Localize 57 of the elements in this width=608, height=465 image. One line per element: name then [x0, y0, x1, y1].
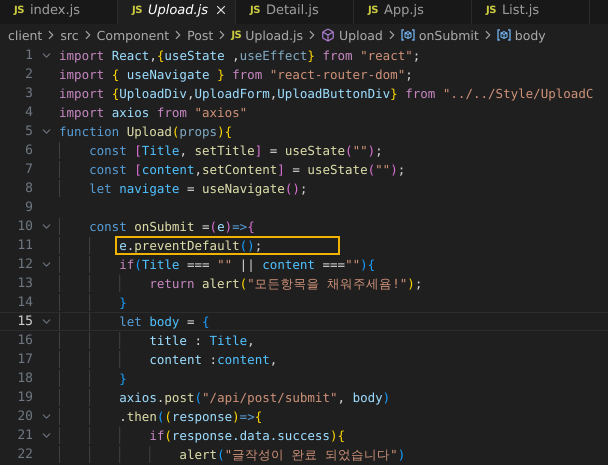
code-line: } — [118, 370, 128, 388]
code-line: content :content, — [148, 351, 278, 369]
code-line: function Upload(props){ — [58, 123, 234, 141]
line-number: 1 — [24, 48, 33, 63]
line-number: 20 — [16, 409, 33, 424]
line-number: 2 — [24, 67, 33, 82]
code-line: import React,{useState ,useEffect} from "react"; — [58, 47, 422, 65]
code-line: if(Title === "" || content ===""){ — [118, 256, 376, 274]
line-number: 13 — [16, 276, 33, 291]
line-number: 10 — [16, 219, 33, 234]
code-line: axios.post("/api/post/submit", body) — [118, 389, 392, 407]
javascript-file-icon: JS — [14, 4, 24, 16]
code-line: const [content,setContent] = useState(""); — [88, 161, 406, 179]
line-number: 9 — [24, 200, 33, 215]
code-line: let navigate = useNavigate(); — [88, 180, 308, 198]
line-number: 6 — [24, 143, 33, 158]
code-line: import {UploadDiv,UploadForm,UploadButtonDiv} from "../../Style/UploadC — [58, 85, 594, 103]
breadcrumb-item[interactable]: src — [60, 28, 79, 42]
line-number: 19 — [16, 390, 33, 405]
breadcrumb-item[interactable]: Upload — [339, 28, 383, 42]
line-number: 7 — [24, 162, 33, 177]
line-number: 8 — [24, 181, 33, 196]
javascript-file-icon: JS — [250, 4, 260, 16]
javascript-file-icon: JS — [132, 4, 142, 16]
javascript-file-icon: JS — [486, 4, 496, 16]
breadcrumb-item[interactable]: onSubmit — [418, 28, 479, 42]
line-number: 15 — [16, 314, 33, 329]
breadcrumb-item[interactable]: client — [8, 28, 42, 42]
javascript-file-icon: JS — [368, 4, 378, 16]
line-number: 21 — [16, 428, 33, 443]
line-number: 16 — [16, 333, 33, 348]
line-number: 3 — [24, 86, 33, 101]
line-number: 12 — [16, 257, 33, 272]
breadcrumb-item[interactable]: Component — [96, 28, 170, 42]
javascript-file-icon: JS — [231, 30, 242, 40]
code-line: .then((response)=>{ — [118, 408, 264, 426]
code-line: alert("글작성이 완료 되었습니다") — [178, 446, 406, 464]
code-line: } — [118, 294, 128, 312]
breadcrumb-item[interactable]: body — [514, 28, 546, 42]
code-line: if(response.data.success){ — [148, 427, 346, 445]
line-number: 17 — [16, 352, 33, 367]
code-line: let body = { — [118, 313, 211, 331]
code-line: title : Title, — [148, 332, 256, 350]
code-line: import { useNavigate } from "react-router-dom"; — [58, 66, 414, 84]
editor-tab[interactable]: JS Upload.js — [118, 0, 236, 24]
code-line: const onSubmit =(e)=>{ — [88, 218, 256, 236]
breadcrumb-item[interactable]: Upload.js — [245, 28, 304, 42]
line-number: 22 — [16, 447, 33, 462]
code-line: import axios from "axios" — [58, 104, 248, 122]
line-number: 5 — [24, 124, 33, 139]
line-number: 4 — [24, 105, 33, 120]
line-number: 14 — [16, 295, 33, 310]
code-line: return alert("모든항목을 채워주세욤!"); — [148, 275, 424, 293]
code-line: const [Title, setTitle] = useState(""); — [88, 142, 384, 160]
breadcrumb-item[interactable]: Post — [187, 28, 214, 42]
line-number: 18 — [16, 371, 33, 386]
line-number: 11 — [16, 238, 33, 253]
